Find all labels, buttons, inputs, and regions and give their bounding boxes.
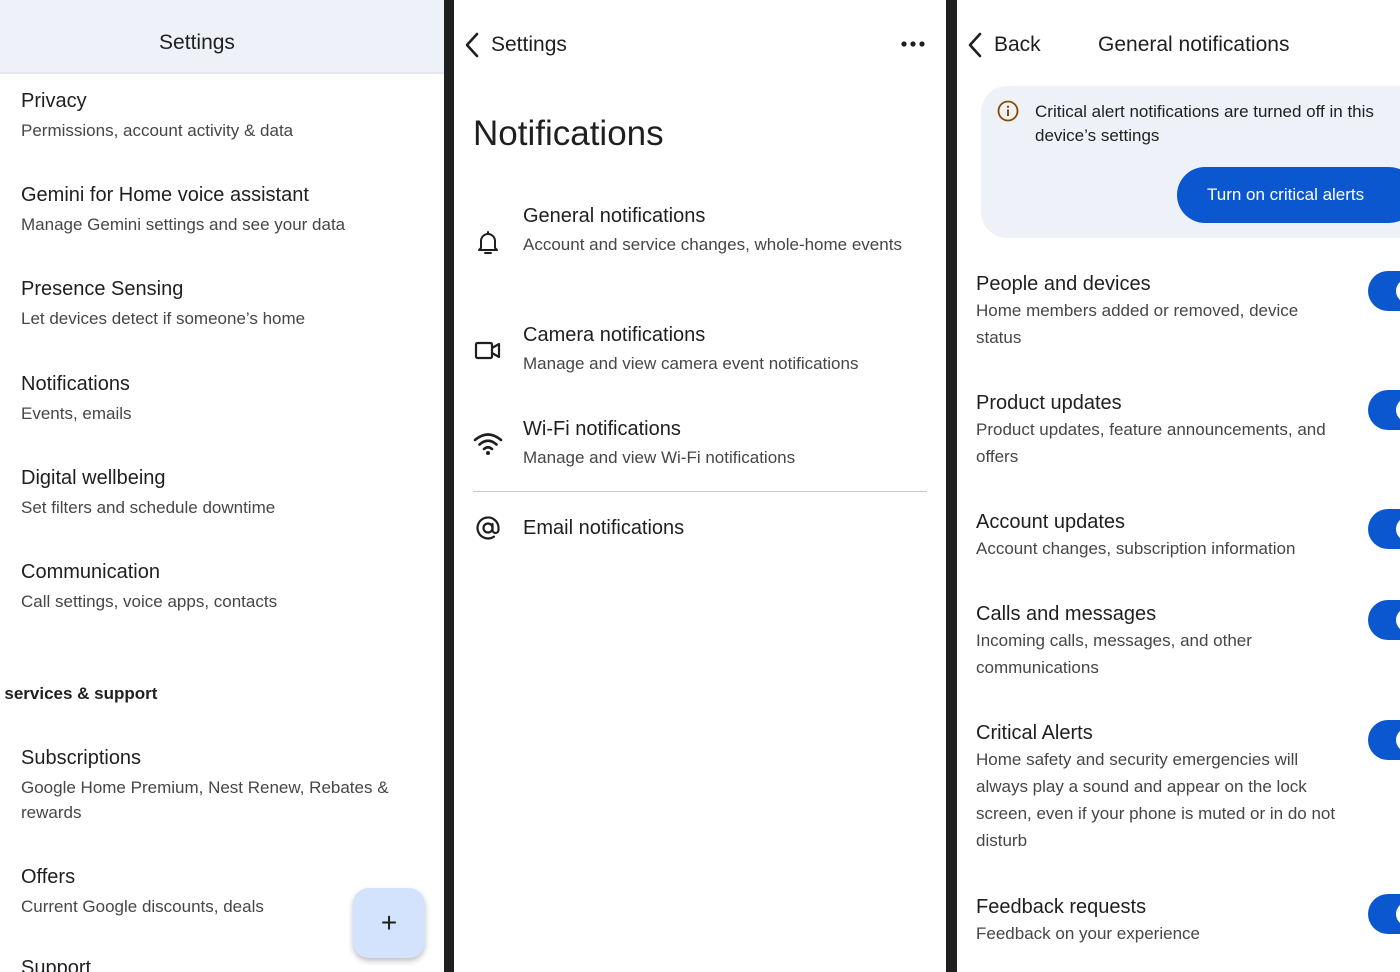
people-devices-toggle[interactable] (1368, 271, 1400, 311)
turn-on-critical-alerts-button[interactable]: Turn on critical alerts (1177, 167, 1400, 223)
settings-item-title: Privacy (21, 90, 87, 112)
settings-item-privacy[interactable]: Privacy Permissions, account activity & … (21, 89, 431, 143)
toggle-row-subtitle: Home members added or removed, device st… (976, 301, 1299, 347)
notifications-panel: Settings Notifications General notificat… (454, 0, 946, 972)
toggle-knob (1396, 279, 1400, 303)
settings-item-title: Offers (21, 866, 76, 888)
settings-item-title: Presence Sensing (21, 278, 184, 300)
alert-message: Critical alert notifications are turned … (1035, 102, 1374, 145)
notification-item-title: Wi-Fi notifications (523, 418, 681, 440)
toggle-row-title: Calls and messages (976, 603, 1157, 625)
toggle-row-title: Product updates (976, 392, 1122, 414)
settings-item-subtitle: Let devices detect if someone’s home (21, 309, 306, 328)
notification-item-subtitle: Account and service changes, whole-home … (523, 235, 902, 254)
settings-item-subscriptions[interactable]: Subscriptions Google Home Premium, Nest … (21, 746, 431, 825)
settings-item-subtitle: Google Home Premium, Nest Renew, Rebates… (21, 778, 389, 822)
toggle-row-calls-messages: Calls and messages Incoming calls, messa… (976, 602, 1346, 681)
notification-item-title: Email notifications (523, 517, 685, 539)
toggle-row-subtitle: Incoming calls, messages, and other comm… (976, 631, 1252, 677)
toggle-row-account-updates: Account updates Account changes, subscri… (976, 510, 1346, 562)
toggle-knob (1396, 398, 1400, 422)
settings-item-title: Gemini for Home voice assistant (21, 184, 309, 206)
toggle-row-subtitle: Feedback on your experience (976, 924, 1200, 943)
toggle-row-subtitle: Home safety and security emergencies wil… (976, 750, 1336, 850)
notification-item-subtitle: Manage and view Wi-Fi notifications (523, 448, 796, 467)
settings-item-title: Support (21, 957, 92, 972)
settings-item-gemini[interactable]: Gemini for Home voice assistant Manage G… (21, 183, 431, 237)
toggle-knob (1396, 902, 1400, 926)
toggle-knob (1396, 728, 1400, 752)
toggle-row-feedback-requests: Feedback requests Feedback on your exper… (976, 895, 1346, 947)
notification-item-subtitle: Manage and view camera event notificatio… (523, 354, 859, 373)
settings-item-digital-wellbeing[interactable]: Digital wellbeing Set filters and schedu… (21, 466, 431, 520)
plus-icon: + (380, 907, 398, 938)
settings-item-support[interactable]: Support (21, 956, 431, 972)
settings-item-subtitle: Manage Gemini settings and see your data (21, 215, 346, 234)
section-heading: t services & support (0, 684, 158, 703)
toggle-row-title: People and devices (976, 273, 1151, 295)
wifi-icon (473, 433, 503, 455)
back-button[interactable]: Settings (491, 33, 567, 57)
settings-item-title: Communication (21, 561, 160, 583)
account-updates-toggle[interactable] (1368, 509, 1400, 549)
page-title: Notifications (473, 114, 664, 153)
toggle-knob (1396, 517, 1400, 541)
toggle-row-title: Account updates (976, 511, 1125, 533)
toggle-row-subtitle: Product updates, feature announcements, … (976, 420, 1326, 466)
product-updates-toggle[interactable] (1368, 390, 1400, 430)
settings-item-communication[interactable]: Communication Call settings, voice apps,… (21, 560, 431, 614)
chevron-left-icon[interactable] (967, 32, 983, 58)
settings-item-notifications[interactable]: Notifications Events, emails (21, 372, 431, 426)
settings-item-title: Subscriptions (21, 747, 142, 769)
bell-icon (478, 231, 498, 254)
toggle-row-title: Critical Alerts (976, 722, 1093, 744)
toggle-knob (1396, 608, 1400, 632)
settings-item-subtitle: Permissions, account activity & data (21, 121, 294, 140)
settings-item-subtitle: Set filters and schedule downtime (21, 498, 276, 517)
page-title: Settings (159, 31, 235, 54)
toggle-row-product-updates: Product updates Product updates, feature… (976, 391, 1346, 470)
chevron-left-icon[interactable] (464, 32, 480, 58)
calls-messages-toggle[interactable] (1368, 600, 1400, 640)
toggle-row-critical-alerts: Critical Alerts Home safety and security… (976, 721, 1346, 854)
settings-item-subtitle: Call settings, voice apps, contacts (21, 592, 278, 611)
critical-alerts-toggle[interactable] (1368, 720, 1400, 760)
settings-item-subtitle: Events, emails (21, 404, 132, 423)
add-button[interactable]: + (353, 888, 425, 958)
camera-icon (474, 341, 501, 360)
toggle-row-subtitle: Account changes, subscription informatio… (976, 539, 1296, 558)
feedback-requests-toggle[interactable] (1368, 894, 1400, 934)
divider (473, 491, 927, 492)
more-horizontal-icon[interactable] (900, 36, 926, 52)
page-title: General notifications (1098, 33, 1290, 56)
back-button[interactable]: Back (994, 33, 1041, 57)
general-notifications-panel: Back General notifications Critical aler… (957, 0, 1400, 972)
at-sign-icon (476, 516, 500, 540)
settings-header: Settings (0, 0, 444, 74)
toggle-row-people-devices: People and devices Home members added or… (976, 272, 1346, 351)
settings-item-title: Digital wellbeing (21, 467, 166, 489)
notification-item-title: General notifications (523, 205, 706, 227)
toggle-row-title: Feedback requests (976, 896, 1147, 918)
critical-alert-banner: Critical alert notifications are turned … (981, 86, 1400, 238)
notification-item-title: Camera notifications (523, 324, 706, 346)
info-icon (997, 100, 1019, 122)
settings-item-title: Notifications (21, 373, 130, 395)
settings-item-presence-sensing[interactable]: Presence Sensing Let devices detect if s… (21, 277, 431, 331)
settings-panel: Settings Privacy Permissions, account ac… (0, 0, 444, 972)
